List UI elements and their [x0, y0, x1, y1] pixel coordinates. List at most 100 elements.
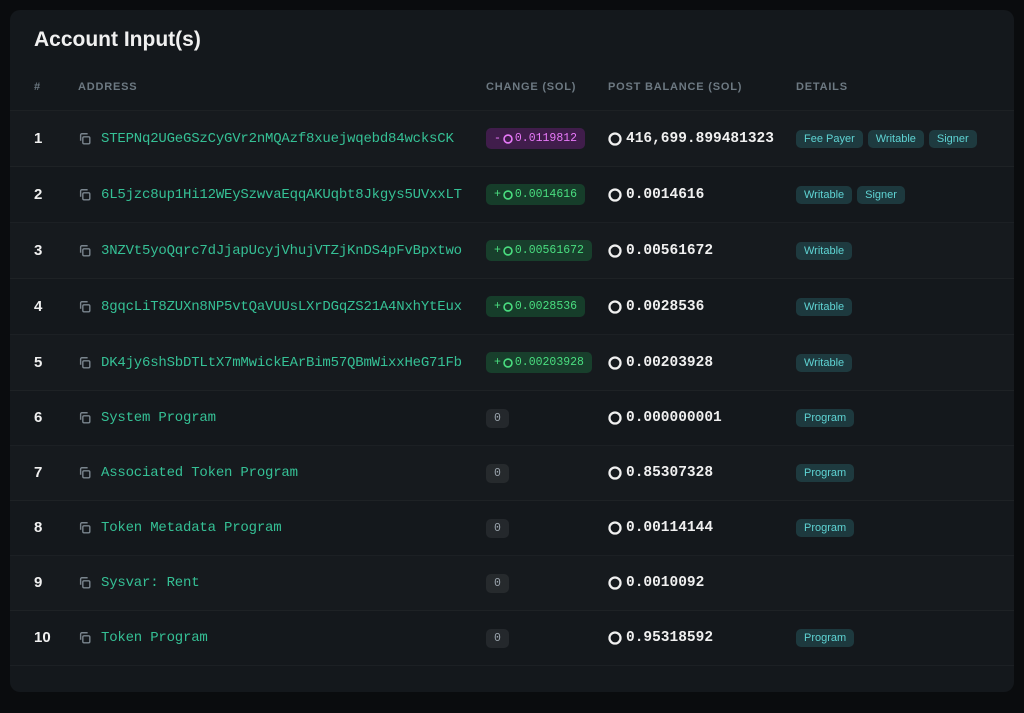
sol-icon: [608, 411, 622, 425]
detail-tag-signer: Signer: [929, 130, 977, 148]
change-pill: +0.00203928: [486, 352, 592, 373]
table-row: 5 DK4jy6shSbDTLtX7mMwickEArBim57QBmWixxHe…: [10, 335, 1014, 391]
detail-tag-program: Program: [796, 519, 854, 537]
detail-tag-program: Program: [796, 464, 854, 482]
table-row: 9Sysvar: Rent00.0010092: [10, 556, 1014, 611]
sol-icon: [608, 188, 622, 202]
sol-icon: [608, 244, 622, 258]
address-link[interactable]: DK4jy6shSbDTLtX7mMwickEArBim57QBmWixxHeG…: [101, 355, 462, 371]
row-index: 9: [34, 574, 42, 591]
detail-tag-writable: Writable: [868, 130, 924, 148]
table-row: 4 8gqcLiT8ZUXn8NP5vtQaVUUsLXrDGqZS21A4Nxh…: [10, 279, 1014, 335]
change-sign: +: [494, 356, 501, 369]
change-pill: 0: [486, 464, 509, 483]
change-pill: 0: [486, 574, 509, 593]
change-sign: +: [494, 300, 501, 313]
address-link[interactable]: Token Metadata Program: [101, 520, 281, 536]
sol-icon: [503, 246, 513, 256]
sol-icon: [503, 134, 513, 144]
row-index: 7: [34, 464, 42, 481]
row-index: 6: [34, 409, 42, 426]
row-index: 3: [34, 242, 42, 259]
copy-icon[interactable]: [78, 132, 92, 146]
accounts-table: # ADDRESS CHANGE (SOL) POST BALANCE (SOL…: [10, 64, 1014, 666]
change-value: 0.0119812: [515, 132, 577, 145]
post-balance-value: 0.85307328: [626, 465, 713, 481]
post-balance-value: 0.000000001: [626, 410, 722, 426]
detail-tag-writable: Writable: [796, 298, 852, 316]
table-row: 2 6L5jzc8up1Hi12WEySzwvaEqqAKUqbt8Jkgys5U…: [10, 167, 1014, 223]
col-header-index: #: [34, 81, 78, 93]
post-balance-value: 0.0028536: [626, 299, 704, 315]
change-pill: - 0.0119812: [486, 128, 585, 149]
copy-icon[interactable]: [78, 521, 92, 535]
detail-tag-writable: Writable: [796, 354, 852, 372]
sol-icon: [608, 132, 622, 146]
change-value: 0.00561672: [515, 244, 584, 257]
sol-icon: [503, 358, 513, 368]
post-balance-value: 416,699.899481323: [626, 131, 774, 147]
copy-icon[interactable]: [78, 411, 92, 425]
address-link[interactable]: Associated Token Program: [101, 465, 298, 481]
table-row: 8 Token Metadata Program 0 0.00114144 Progra…: [10, 501, 1014, 556]
detail-tag-fee-payer: Fee Payer: [796, 130, 863, 148]
table-row: 10Token Program00.95318592Program: [10, 611, 1014, 666]
change-value: 0.00203928: [515, 356, 584, 369]
address-link[interactable]: 8gqcLiT8ZUXn8NP5vtQaVUUsLXrDGqZS21A4NxhY…: [101, 299, 462, 315]
copy-icon[interactable]: [78, 300, 92, 314]
copy-icon[interactable]: [78, 576, 92, 590]
detail-tag-signer: Signer: [857, 186, 905, 204]
col-header-address: ADDRESS: [78, 81, 486, 93]
sol-icon: [608, 356, 622, 370]
detail-tag-writable: Writable: [796, 186, 852, 204]
row-index: 1: [34, 130, 42, 147]
col-header-post-balance: POST BALANCE (SOL): [608, 81, 796, 93]
col-header-details: DETAILS: [796, 81, 990, 93]
change-pill: 0: [486, 629, 509, 648]
address-link[interactable]: System Program: [101, 410, 216, 426]
address-link[interactable]: Token Program: [101, 630, 208, 646]
address-link[interactable]: 3NZVt5yoQqrc7dJjapUcyjVhujVTZjKnDS4pFvBp…: [101, 243, 462, 259]
sol-icon: [608, 300, 622, 314]
row-index: 8: [34, 519, 42, 536]
row-index: 2: [34, 186, 42, 203]
table-header-row: # ADDRESS CHANGE (SOL) POST BALANCE (SOL…: [10, 64, 1014, 111]
post-balance-value: 0.95318592: [626, 630, 713, 646]
change-sign: +: [494, 244, 501, 257]
table-row: 1 STEPNq2UGeGSzCyGVr2nMQAzf8xuejwqebd84wc…: [10, 111, 1014, 167]
address-link[interactable]: STEPNq2UGeGSzCyGVr2nMQAzf8xuejwqebd84wck…: [101, 131, 454, 147]
change-sign: -: [494, 132, 501, 145]
address-link[interactable]: Sysvar: Rent: [101, 575, 199, 591]
post-balance-value: 0.00114144: [626, 520, 713, 536]
row-index: 4: [34, 298, 42, 315]
copy-icon[interactable]: [78, 631, 92, 645]
copy-icon[interactable]: [78, 466, 92, 480]
table-row: 3 3NZVt5yoQqrc7dJjapUcyjVhujVTZjKnDS4pFvB…: [10, 223, 1014, 279]
address-link[interactable]: 6L5jzc8up1Hi12WEySzwvaEqqAKUqbt8Jkgys5UV…: [101, 187, 462, 203]
table-row: 6System Program00.000000001Program: [10, 391, 1014, 446]
change-pill: +0.00561672: [486, 240, 592, 261]
change-value: 0.0028536: [515, 300, 577, 313]
row-index: 10: [34, 629, 51, 646]
copy-icon[interactable]: [78, 356, 92, 370]
post-balance-value: 0.00561672: [626, 243, 713, 259]
change-sign: +: [494, 188, 501, 201]
sol-icon: [608, 466, 622, 480]
table-row: 7 Associated Token Program 0 0.85307328 Prog…: [10, 446, 1014, 501]
sol-icon: [608, 576, 622, 590]
sol-icon: [503, 302, 513, 312]
change-pill: 0: [486, 519, 509, 538]
panel-title: Account Input(s): [10, 10, 1014, 64]
detail-tag-program: Program: [796, 409, 854, 427]
row-index: 5: [34, 354, 42, 371]
copy-icon[interactable]: [78, 188, 92, 202]
detail-tag-writable: Writable: [796, 242, 852, 260]
account-inputs-panel: Account Input(s) # ADDRESS CHANGE (SOL) …: [10, 10, 1014, 692]
sol-icon: [503, 190, 513, 200]
copy-icon[interactable]: [78, 244, 92, 258]
change-pill: +0.0014616: [486, 184, 585, 205]
col-header-change: CHANGE (SOL): [486, 81, 608, 93]
sol-icon: [608, 631, 622, 645]
change-value: 0.0014616: [515, 188, 577, 201]
post-balance-value: 0.0014616: [626, 187, 704, 203]
